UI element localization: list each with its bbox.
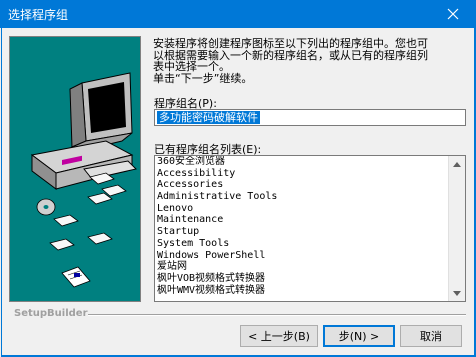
back-button[interactable]: < 上一步(B) [240, 325, 318, 347]
footer-separator [88, 314, 466, 316]
list-item[interactable]: 爱站网 [155, 261, 465, 273]
description-line: 表中选择一个。 [153, 60, 230, 73]
list-item[interactable]: Accessibility [155, 168, 465, 180]
group-name-value: 多功能密码破解软件 [157, 111, 260, 124]
close-button[interactable] [430, 0, 476, 28]
description-text: 安装程序将创建程序图标至以下列出的程序组中。您也可 以根据需要输入一个新的程序组… [153, 38, 465, 84]
list-item[interactable]: Accessories [155, 179, 465, 191]
list-item[interactable]: System Tools [155, 238, 465, 250]
existing-groups-list[interactable]: 360安全浏览器 Accessibility Accessories Admin… [154, 155, 466, 302]
description-line: 安装程序将创建程序图标至以下列出的程序组中。您也可 [153, 37, 428, 50]
list-scrollbar[interactable] [448, 156, 465, 301]
next-button[interactable]: 步(N) > [323, 325, 395, 347]
scroll-up-button[interactable] [449, 156, 465, 172]
window-title: 选择程序组 [8, 8, 69, 22]
chevron-up-icon [453, 161, 461, 167]
description-line: 单击“下一步”继续。 [153, 71, 253, 85]
disk-icons [36, 172, 127, 288]
close-icon [447, 8, 459, 20]
group-name-input[interactable]: 多功能密码破解软件 [154, 109, 466, 126]
cancel-button[interactable]: 取消 [400, 325, 462, 347]
list-item[interactable]: Startup [155, 226, 465, 238]
list-item[interactable]: Windows PowerShell [155, 250, 465, 262]
title-bar: 选择程序组 [0, 0, 476, 28]
setupbuilder-brand: SetupBuilder [14, 308, 88, 319]
list-item[interactable]: 枫叶VOB视频格式转换器 [155, 273, 465, 285]
installer-illustration [9, 36, 141, 302]
scroll-down-button[interactable] [449, 285, 465, 301]
chevron-down-icon [453, 290, 461, 296]
list-item[interactable]: Administrative Tools [155, 191, 465, 203]
list-item[interactable]: Lenovo [155, 203, 465, 215]
list-item[interactable]: 枫叶WMV视频格式转换器 [155, 285, 465, 297]
list-item[interactable]: 360安全浏览器 [155, 156, 465, 168]
list-item[interactable]: Maintenance [155, 214, 465, 226]
